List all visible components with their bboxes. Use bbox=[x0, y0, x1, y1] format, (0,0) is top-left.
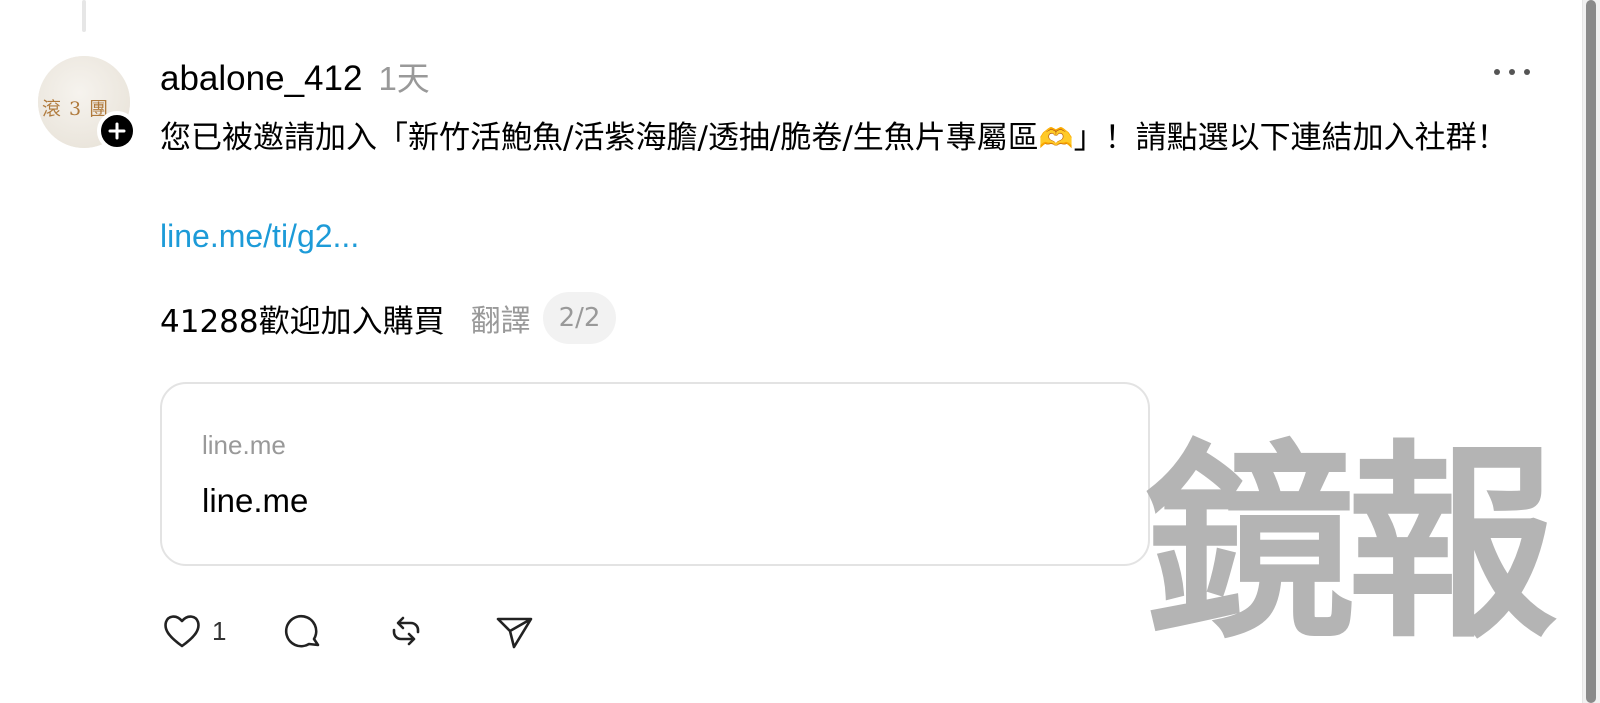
scrollbar-track[interactable] bbox=[1582, 0, 1600, 703]
comment-button[interactable] bbox=[280, 609, 324, 653]
action-bar: 1 bbox=[160, 606, 536, 656]
watermark-logo: 鏡報 bbox=[1145, 422, 1557, 667]
post-header: abalone_412 1天 bbox=[160, 52, 430, 99]
follow-button[interactable] bbox=[97, 111, 137, 151]
post-text-part-2: 」！請點選以下連結加入社群！ bbox=[1073, 120, 1508, 156]
like-count: 1 bbox=[212, 615, 227, 646]
avatar-text: 滾 3 團 bbox=[42, 98, 110, 120]
repost-icon bbox=[393, 616, 420, 646]
share-button[interactable] bbox=[492, 609, 536, 653]
secondary-text: 41288歡迎加入購買 bbox=[160, 303, 445, 340]
plus-icon bbox=[108, 122, 126, 140]
page-indicator: 2/2 bbox=[542, 292, 617, 344]
card-domain: line.me bbox=[202, 430, 286, 460]
card-title: line.me bbox=[202, 482, 309, 519]
more-dot bbox=[1509, 69, 1515, 75]
send-icon bbox=[497, 617, 533, 649]
link-preview-card[interactable]: line.me line.me bbox=[160, 382, 1150, 566]
username[interactable]: abalone_412 bbox=[160, 59, 362, 99]
post-link[interactable]: line.me/ti/g2... bbox=[160, 218, 359, 255]
more-options-button[interactable] bbox=[1494, 60, 1530, 84]
repost-button[interactable] bbox=[384, 609, 428, 653]
more-horizontal-icon bbox=[1494, 69, 1500, 75]
heart-hands-emoji: 🫶 bbox=[1038, 122, 1074, 155]
comment-icon bbox=[285, 614, 320, 648]
heart-icon bbox=[164, 615, 200, 648]
post-container: 滾 3 團 abalone_412 1天 您已被邀請加入「新竹活鮑魚/活紫海膽/… bbox=[0, 0, 1600, 703]
post-text: 您已被邀請加入「新竹活鮑魚/活紫海膽/透抽/脆卷/生魚片專屬區🫶」！請點選以下連… bbox=[160, 112, 1530, 165]
thread-connector-line bbox=[82, 0, 86, 32]
translate-button[interactable]: 翻譯 bbox=[471, 296, 531, 340]
more-dot bbox=[1524, 69, 1530, 75]
timestamp[interactable]: 1天 bbox=[378, 52, 429, 100]
post-text-part-1: 您已被邀請加入「新竹活鮑魚/活紫海膽/透抽/脆卷/生魚片專屬區 bbox=[160, 120, 1039, 156]
secondary-line: 41288歡迎加入購買 翻譯 2/2 bbox=[160, 292, 617, 344]
scrollbar-thumb[interactable] bbox=[1586, 0, 1596, 703]
like-button[interactable]: 1 bbox=[160, 609, 226, 653]
